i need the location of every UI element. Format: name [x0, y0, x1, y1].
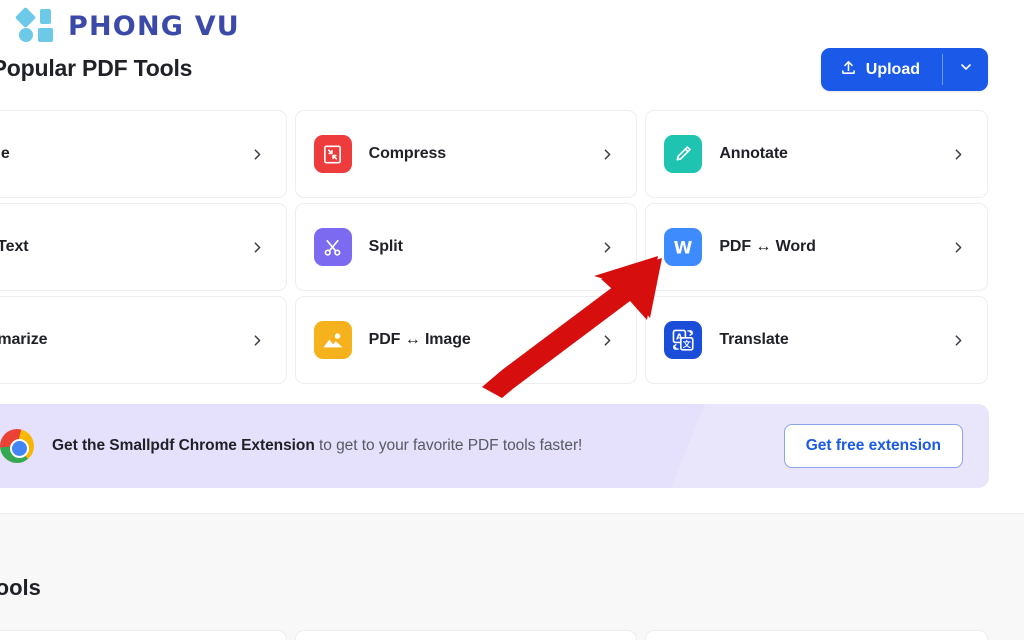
- tool-label: Translate: [719, 331, 789, 348]
- chevron-right-icon: [249, 239, 266, 256]
- tool-card-edit-text[interactable]: Edit Text: [0, 203, 287, 291]
- page-title: t Popular PDF Tools: [0, 55, 193, 81]
- chevron-down-icon: [958, 59, 974, 80]
- tool-label: Edit Text: [0, 238, 29, 255]
- pdf-to-word-icon: W: [664, 228, 703, 266]
- tool-label: Annotate: [719, 145, 788, 162]
- chevron-right-icon: [950, 332, 967, 349]
- tool-card-annotate[interactable]: Annotate: [645, 110, 988, 198]
- pdf-to-image-icon: [313, 321, 352, 359]
- compress-icon: [313, 135, 352, 173]
- split-icon: [313, 228, 352, 266]
- more-tool-card[interactable]: [645, 630, 988, 640]
- phong-vu-logo-icon: [14, 6, 58, 44]
- chrome-extension-banner: Get the Smallpdf Chrome Extension to get…: [0, 404, 989, 488]
- translate-icon: A 文: [664, 321, 703, 359]
- chevron-right-icon: [599, 146, 616, 163]
- tool-label: Split: [368, 238, 403, 255]
- more-tools-section: [0, 513, 1024, 640]
- logo-diamond-shape: [14, 6, 37, 29]
- chevron-right-icon: [599, 332, 616, 349]
- promo-message-bold: Get the Smallpdf Chrome Extension: [52, 437, 315, 454]
- tool-card-compress[interactable]: Compress: [294, 110, 638, 198]
- more-tool-card[interactable]: [0, 630, 287, 640]
- upload-button-group[interactable]: Upload: [820, 48, 988, 91]
- logo-square-top-shape: [40, 9, 51, 24]
- tool-card-summarize[interactable]: Summarize: [0, 296, 287, 384]
- svg-text:W: W: [674, 239, 693, 259]
- upload-button-label: Upload: [865, 60, 920, 78]
- promo-message: Get the Smallpdf Chrome Extension to get…: [52, 437, 582, 455]
- chevron-right-icon: [249, 146, 266, 163]
- chevron-right-icon: [950, 146, 967, 163]
- tool-card-pdf-to-word[interactable]: W PDF ↔ Word: [645, 203, 988, 291]
- tool-card-pdf-to-image[interactable]: PDF ↔ Image: [294, 296, 638, 384]
- more-tools-title: e tools: [0, 575, 41, 600]
- promo-message-rest: to get to your favorite PDF tools faster…: [314, 437, 583, 454]
- popular-tools-grid: Merge Compress: [0, 110, 988, 384]
- upload-icon: [840, 59, 857, 81]
- app-root: PHONG VU t Popular PDF Tools Upload Merg…: [0, 0, 1024, 640]
- tool-card-merge[interactable]: Merge: [0, 110, 287, 198]
- get-free-extension-button[interactable]: Get free extension: [783, 424, 963, 468]
- annotate-icon: [664, 135, 703, 173]
- brand-logo[interactable]: PHONG VU: [14, 6, 240, 44]
- tool-card-split[interactable]: Split: [294, 203, 638, 291]
- more-tools-grid: [0, 630, 988, 640]
- tool-label: Merge: [0, 145, 10, 162]
- tool-label: Compress: [368, 145, 447, 162]
- logo-square-bottom-shape: [38, 28, 53, 42]
- tool-label: PDF ↔ Image: [368, 331, 471, 348]
- chevron-right-icon: [249, 332, 266, 349]
- logo-circle-shape: [19, 28, 33, 42]
- brand-name: PHONG VU: [68, 10, 240, 42]
- tool-label: PDF ↔ Word: [719, 238, 816, 255]
- chrome-icon: [0, 429, 34, 463]
- tool-card-translate[interactable]: A 文 Translate: [645, 296, 988, 384]
- upload-dropdown-button[interactable]: [943, 48, 988, 91]
- tool-label: Summarize: [0, 331, 48, 348]
- chevron-right-icon: [599, 239, 616, 256]
- upload-button[interactable]: Upload: [821, 48, 942, 91]
- chevron-right-icon: [950, 239, 967, 256]
- svg-text:文: 文: [683, 339, 692, 349]
- more-tool-card[interactable]: [294, 630, 638, 640]
